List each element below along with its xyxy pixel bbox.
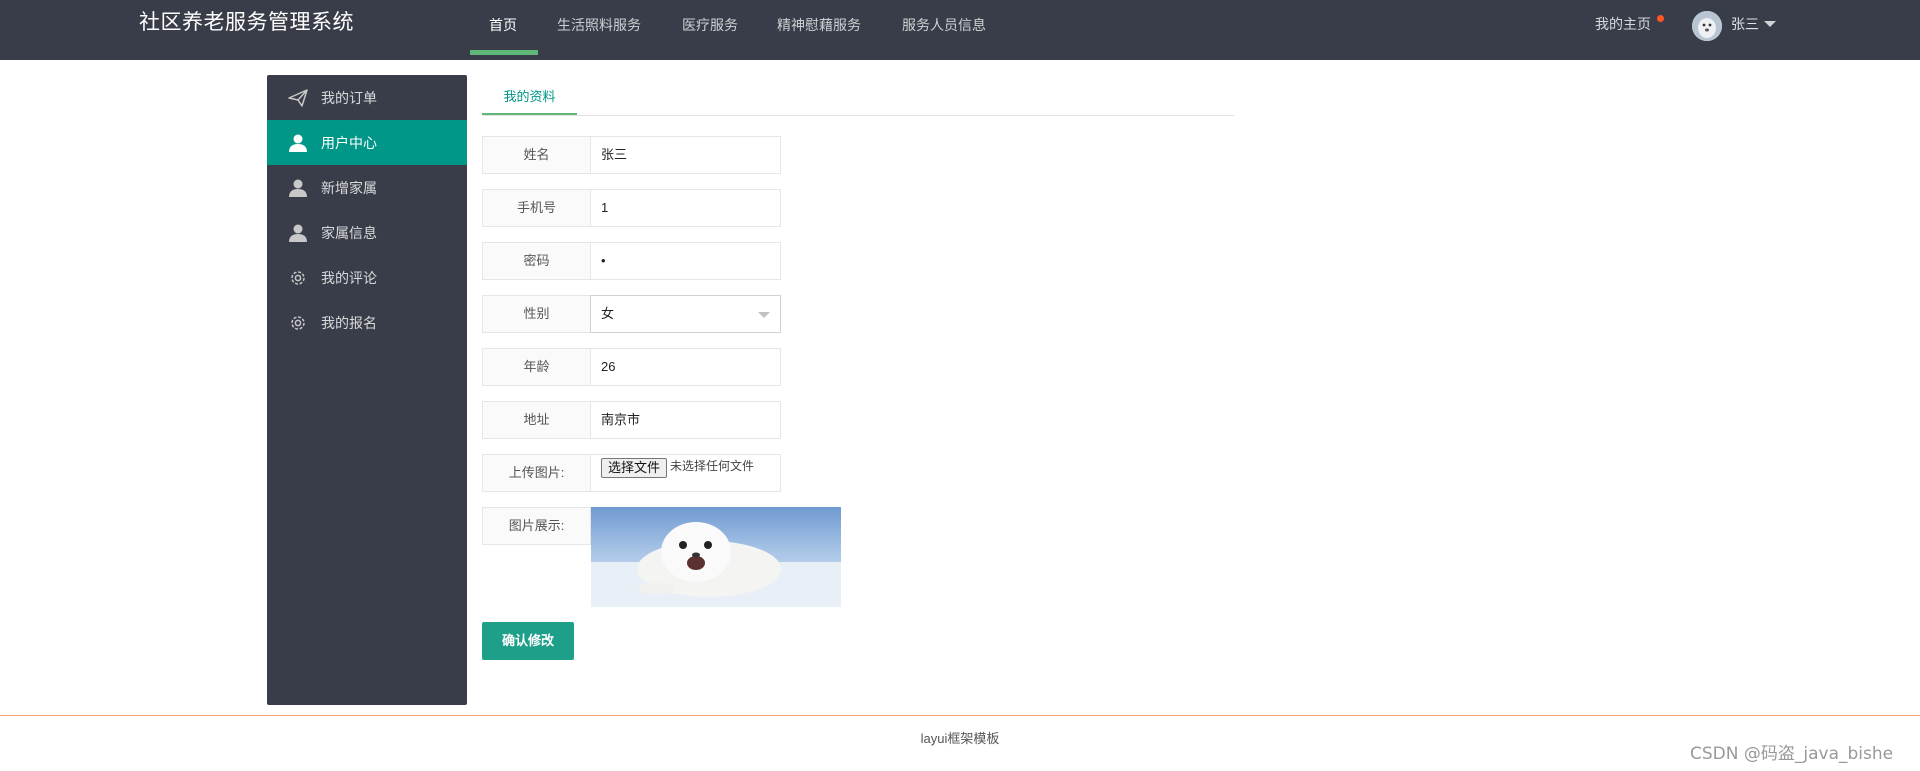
nav-staff-info[interactable]: 服务人员信息 bbox=[902, 0, 986, 55]
user-icon bbox=[287, 222, 309, 244]
sidebar-item-add-family[interactable]: 新增家属 bbox=[267, 165, 467, 210]
password-input[interactable]: • bbox=[591, 242, 781, 280]
app-title: 社区养老服务管理系统 bbox=[139, 10, 354, 34]
sidebar: 我的订单 用户中心 新增家属 家属信息 我的评论 我的报名 bbox=[267, 75, 467, 705]
file-status: 未选择任何文件 bbox=[670, 459, 755, 473]
paper-plane-icon bbox=[287, 87, 309, 109]
sidebar-item-orders[interactable]: 我的订单 bbox=[267, 75, 467, 120]
my-home-link[interactable]: 我的主页 bbox=[1595, 14, 1651, 34]
upload-field: 选择文件 未选择任何文件 bbox=[591, 454, 781, 492]
confirm-modify-button[interactable]: 确认修改 bbox=[482, 622, 574, 660]
gender-select[interactable]: 女 bbox=[590, 295, 781, 333]
user-icon bbox=[287, 132, 309, 154]
sidebar-item-label: 我的评论 bbox=[321, 270, 377, 286]
caret-down-icon[interactable] bbox=[1764, 21, 1776, 27]
watermark: CSDN @码盗_java_bishe bbox=[1690, 744, 1894, 764]
form-row-gender: 性别 女 bbox=[482, 295, 782, 333]
password-label: 密码 bbox=[482, 242, 591, 280]
gender-label: 性别 bbox=[482, 295, 591, 333]
notification-dot bbox=[1657, 15, 1664, 22]
footer-divider bbox=[0, 715, 1920, 716]
form-row-password: 密码 • bbox=[482, 242, 782, 280]
nav-life-care[interactable]: 生活照料服务 bbox=[557, 0, 641, 55]
phone-input[interactable]: 1 bbox=[591, 189, 781, 227]
tab-active-indicator bbox=[482, 113, 577, 115]
sidebar-item-label: 新增家属 bbox=[321, 180, 377, 196]
preview-image bbox=[591, 507, 841, 607]
sidebar-item-user-center[interactable]: 用户中心 bbox=[267, 120, 467, 165]
sidebar-item-label: 用户中心 bbox=[321, 135, 377, 151]
choose-file-button[interactable]: 选择文件 bbox=[601, 458, 668, 478]
avatar[interactable] bbox=[1692, 11, 1722, 41]
tab-my-profile[interactable]: 我的资料 bbox=[482, 86, 577, 116]
form-row-upload: 上传图片: 选择文件 未选择任何文件 bbox=[482, 454, 782, 492]
sidebar-item-label: 我的报名 bbox=[321, 315, 377, 331]
address-label: 地址 bbox=[482, 401, 591, 439]
nav-active-indicator bbox=[470, 50, 538, 55]
age-label: 年龄 bbox=[482, 348, 591, 386]
name-input[interactable]: 张三 bbox=[591, 136, 781, 174]
nav-medical[interactable]: 医疗服务 bbox=[682, 0, 738, 55]
gear-icon bbox=[287, 267, 309, 289]
form-row-address: 地址 南京市 bbox=[482, 401, 782, 439]
tab-divider bbox=[482, 115, 1234, 116]
gender-value: 女 bbox=[601, 306, 615, 321]
footer-text: layui框架模板 bbox=[920, 731, 1000, 746]
sidebar-item-my-comments[interactable]: 我的评论 bbox=[267, 255, 467, 300]
chevron-down-icon bbox=[758, 312, 770, 318]
nav-home[interactable]: 首页 bbox=[489, 0, 517, 55]
user-icon bbox=[287, 177, 309, 199]
name-label: 姓名 bbox=[482, 136, 591, 174]
nav-spiritual[interactable]: 精神慰藉服务 bbox=[777, 0, 861, 55]
username[interactable]: 张三 bbox=[1731, 14, 1759, 34]
form-row-name: 姓名 张三 bbox=[482, 136, 782, 174]
sidebar-item-family-info[interactable]: 家属信息 bbox=[267, 210, 467, 255]
top-navbar: 社区养老服务管理系统 首页 生活照料服务 医疗服务 精神慰藉服务 服务人员信息 … bbox=[0, 0, 1920, 60]
form-row-age: 年龄 26 bbox=[482, 348, 782, 386]
sidebar-item-label: 家属信息 bbox=[321, 225, 377, 241]
sidebar-item-my-registrations[interactable]: 我的报名 bbox=[267, 300, 467, 345]
gear-icon bbox=[287, 312, 309, 334]
phone-label: 手机号 bbox=[482, 189, 591, 227]
age-input[interactable]: 26 bbox=[591, 348, 781, 386]
form-row-phone: 手机号 1 bbox=[482, 189, 782, 227]
upload-label: 上传图片: bbox=[482, 454, 591, 492]
form-row-preview: 图片展示: bbox=[482, 507, 592, 545]
address-input[interactable]: 南京市 bbox=[591, 401, 781, 439]
sidebar-item-label: 我的订单 bbox=[321, 90, 377, 106]
preview-label: 图片展示: bbox=[482, 507, 591, 545]
